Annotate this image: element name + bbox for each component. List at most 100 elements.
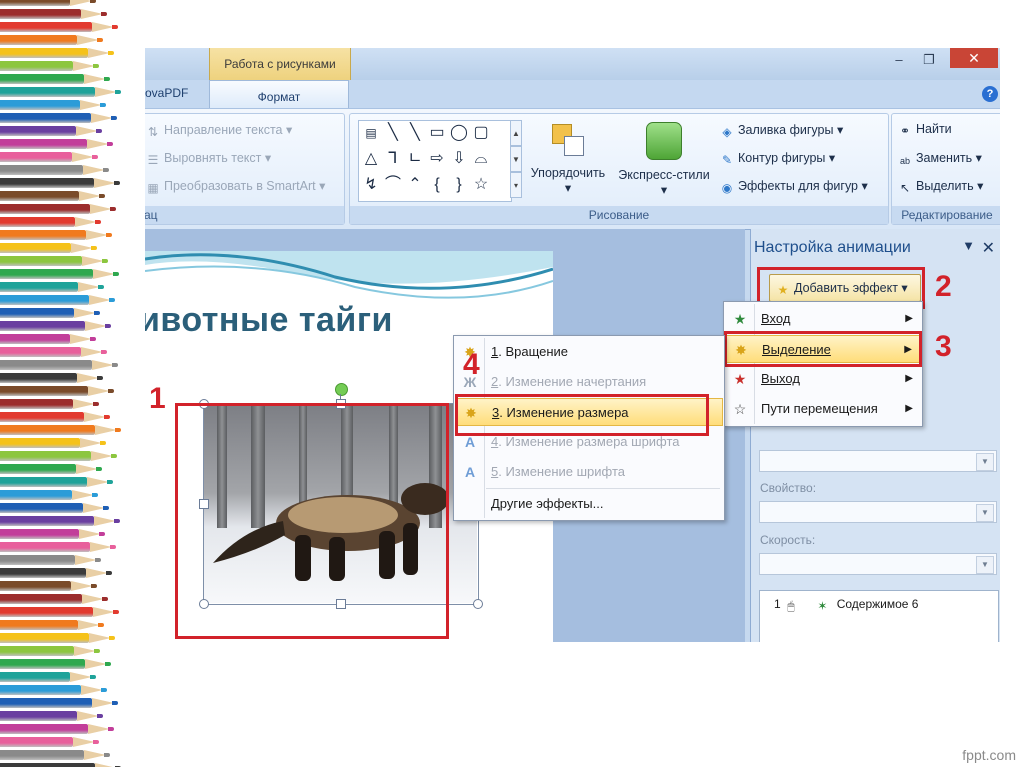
- start-combo[interactable]: ▼: [759, 450, 997, 472]
- pencil: [0, 152, 98, 162]
- pencil: [0, 87, 121, 97]
- pencil: [0, 334, 96, 344]
- arrow-down-shape-icon[interactable]: ⇩: [449, 149, 469, 169]
- shapes-gallery[interactable]: ▤ ╲ ╲ ▭ ◯ ▢ △ ⅂ ㄴ ⇨ ⇩ ⌓ ↯ ⌒ ⌃ { } ☆: [358, 120, 512, 202]
- align-text-icon: ☰: [147, 153, 159, 167]
- rectangle-shape-icon[interactable]: ▭: [427, 123, 447, 143]
- powerpoint-window: Работа с рисунками – ❐ ✕ ovaPDF Формат ?…: [145, 48, 1000, 642]
- panel-menu-icon[interactable]: ▼: [962, 238, 975, 253]
- binoculars-icon: ⚭: [899, 124, 911, 138]
- annotation-number-3: 3: [935, 330, 952, 363]
- pencil: [0, 503, 109, 513]
- textbox-shape-icon[interactable]: ▤: [361, 123, 381, 143]
- tab-novapdf[interactable]: ovaPDF: [145, 86, 188, 100]
- text-direction-icon: ⇅: [147, 125, 159, 139]
- pencil: [0, 256, 108, 266]
- elbow-shape-icon[interactable]: ㄴ: [405, 149, 425, 169]
- pencil: [0, 724, 114, 734]
- arrow-right-shape-icon[interactable]: ⇨: [427, 149, 447, 169]
- pencil-outline-icon: ✎: [721, 153, 733, 167]
- scroll-down-icon[interactable]: ▼: [510, 146, 522, 172]
- triangle-shape-icon[interactable]: △: [361, 149, 381, 169]
- menu-item-entrance[interactable]: ★ Вход ▶: [725, 305, 921, 333]
- property-combo[interactable]: ▼: [759, 501, 997, 523]
- scroll-up-icon[interactable]: ▲: [510, 120, 522, 146]
- curve-shape-icon[interactable]: ⌃: [405, 175, 425, 195]
- effect-list-item[interactable]: 1 🖱 ✶ Содержимое 6: [774, 597, 918, 613]
- pencil: [0, 412, 110, 422]
- arrange-button[interactable]: Упорядочить ▾: [528, 122, 608, 202]
- submenu-item-spin[interactable]: ✸ 1. Вращение: [455, 338, 723, 366]
- drawing-group-label: Рисование: [350, 206, 888, 224]
- context-group-label: Работа с рисунками: [224, 57, 336, 71]
- pencil: [0, 568, 112, 578]
- submenu-item-font[interactable]: A 5. Изменение шрифта: [455, 458, 723, 486]
- shapes-scroll[interactable]: ▲ ▼ ▾: [510, 120, 522, 200]
- shape-outline-button[interactable]: ✎ Контур фигуры ▾: [720, 150, 835, 167]
- convert-smartart-button[interactable]: ▦ Преобразовать в SmartArt ▾: [146, 178, 325, 195]
- rounded-rect-shape-icon[interactable]: ▢: [471, 123, 491, 143]
- quick-styles-button[interactable]: Экспресс-стили ▾: [616, 122, 712, 202]
- slide-title[interactable]: ивотные тайги: [145, 301, 393, 340]
- minimize-button[interactable]: –: [886, 50, 912, 70]
- help-icon[interactable]: ?: [982, 86, 998, 102]
- entrance-star-icon: ★: [733, 311, 747, 327]
- restore-button[interactable]: ❐: [916, 50, 942, 70]
- pencil: [0, 542, 116, 552]
- brace-left-shape-icon[interactable]: {: [427, 175, 447, 195]
- annotation-number-1: 1: [149, 382, 166, 415]
- menu-item-motion-paths[interactable]: ☆ Пути перемещения ▶: [725, 395, 921, 423]
- replace-button[interactable]: ab Заменить ▾: [898, 150, 982, 168]
- freeform-shape-icon[interactable]: ⌓: [471, 149, 491, 169]
- pencil: [0, 451, 117, 461]
- pencil: [0, 464, 102, 474]
- annotation-box-1: [175, 403, 449, 639]
- property-label: Свойство:: [760, 481, 817, 495]
- more-shapes-icon[interactable]: ▾: [510, 172, 522, 198]
- pencil: [0, 425, 121, 435]
- speed-combo[interactable]: ▼: [759, 553, 997, 575]
- find-button[interactable]: ⚭ Найти: [898, 122, 952, 138]
- lightning-shape-icon[interactable]: ↯: [361, 175, 381, 195]
- close-button[interactable]: ✕: [950, 48, 998, 68]
- text-direction-button[interactable]: ⇅ Направление текста ▾: [146, 122, 292, 139]
- annotation-box-3: [724, 331, 922, 367]
- shape-effects-button[interactable]: ◉ Эффекты для фигур ▾: [720, 178, 868, 195]
- submenu-item-more-effects[interactable]: Другие эффекты...: [455, 490, 723, 518]
- resize-handle-se[interactable]: [473, 599, 483, 609]
- submenu-item-change-font-style[interactable]: Ж 2. Изменение начертания: [455, 368, 723, 396]
- pencils-decoration: [0, 0, 125, 767]
- mouse-click-icon: 🖱: [787, 599, 795, 613]
- line-shape-icon[interactable]: ╲: [383, 123, 403, 143]
- tab-format[interactable]: Формат: [209, 80, 349, 108]
- smartart-icon: ▦: [147, 181, 159, 195]
- rotation-handle[interactable]: [335, 383, 348, 396]
- ribbon: ⇅ Направление текста ▾ ☰ Выровнять текст ▾…: [145, 108, 1000, 230]
- pencil: [0, 737, 99, 747]
- align-text-button[interactable]: ☰ Выровнять текст ▾: [146, 150, 272, 167]
- line2-shape-icon[interactable]: ╲: [405, 123, 425, 143]
- pencil: [0, 243, 97, 253]
- arc-shape-icon[interactable]: ⌒: [383, 175, 403, 195]
- pencil: [0, 477, 113, 487]
- pencil: [0, 204, 116, 214]
- brace-right-shape-icon[interactable]: }: [449, 175, 469, 195]
- menu-item-exit[interactable]: ★ Выход ▶: [725, 365, 921, 393]
- pencil: [0, 295, 115, 305]
- pencil: [0, 165, 109, 175]
- pencil: [0, 191, 105, 201]
- editing-group-label: Редактирование: [892, 206, 1000, 224]
- oval-shape-icon[interactable]: ◯: [449, 123, 469, 143]
- panel-close-icon[interactable]: ✕: [982, 238, 995, 258]
- effect-order-number: 1: [774, 597, 781, 611]
- star-shape-icon[interactable]: ☆: [471, 175, 491, 195]
- pencil: [0, 321, 111, 331]
- shape-fill-button[interactable]: ◈ Заливка фигуры ▾: [720, 122, 843, 139]
- pencil: [0, 9, 107, 19]
- connector-shape-icon[interactable]: ⅂: [383, 149, 403, 169]
- pencil: [0, 399, 99, 409]
- effects-list[interactable]: 1 🖱 ✶ Содержимое 6: [759, 590, 999, 642]
- select-button[interactable]: ↖ Выделить ▾: [898, 178, 983, 195]
- pencil: [0, 555, 101, 565]
- pencil: [0, 113, 117, 123]
